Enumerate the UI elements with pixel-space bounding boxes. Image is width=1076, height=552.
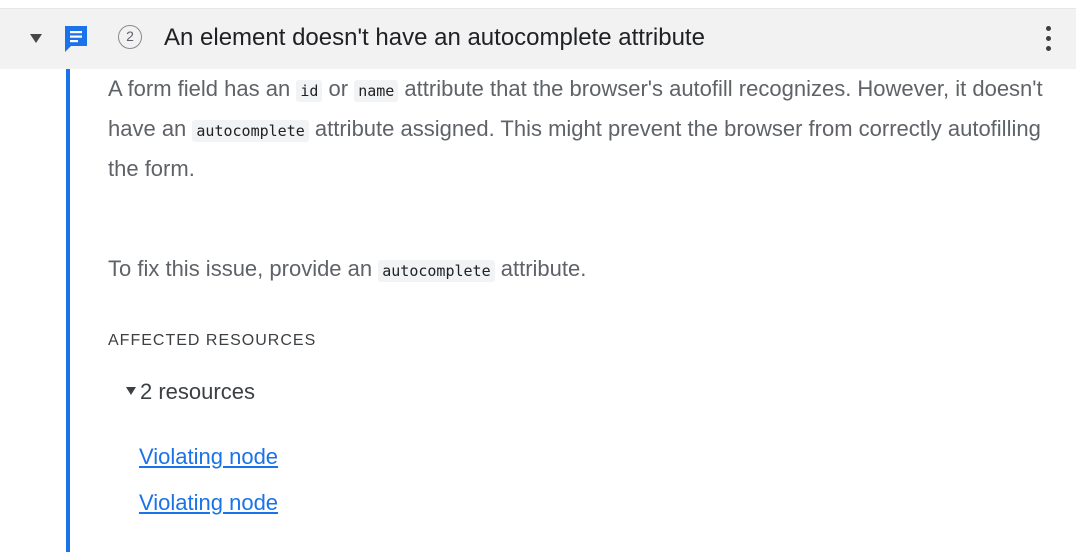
code-id: id	[296, 80, 323, 102]
code-autocomplete: autocomplete	[378, 260, 495, 282]
issue-header[interactable]: 2 An element doesn't have an autocomplet…	[0, 9, 1076, 69]
code-name: name	[354, 80, 399, 102]
issue-fix-text: To fix this issue, provide an autocomple…	[108, 250, 1068, 290]
resources-count-label: 2 resources	[140, 379, 255, 404]
message-icon	[65, 26, 87, 52]
issue-accent-bar	[66, 69, 70, 552]
description-text: A form field has an	[108, 76, 297, 101]
fix-text: To fix this issue, provide an	[108, 256, 379, 281]
issue-description: A form field has an id or name attribute…	[108, 70, 1068, 188]
fix-text: attribute.	[494, 256, 587, 281]
expand-triangle-icon	[126, 387, 136, 395]
code-autocomplete: autocomplete	[192, 120, 309, 142]
more-dot-icon	[1046, 36, 1051, 41]
more-dot-icon	[1046, 26, 1051, 31]
top-divider	[0, 0, 1076, 9]
issue-panel: 2 An element doesn't have an autocomplet…	[0, 0, 1076, 552]
issue-count-badge: 2	[118, 25, 142, 49]
issue-title[interactable]: An element doesn't have an autocomplete …	[164, 23, 705, 53]
resources-toggle[interactable]: 2 resources	[126, 376, 255, 408]
description-text: or	[322, 76, 355, 101]
more-options-button[interactable]	[1036, 23, 1060, 55]
violating-node-link[interactable]: Violating node	[139, 442, 278, 472]
collapse-arrow-icon[interactable]	[30, 34, 42, 43]
more-dot-icon	[1046, 46, 1051, 51]
violating-node-link[interactable]: Violating node	[139, 488, 278, 518]
affected-resources-heading: AFFECTED RESOURCES	[108, 332, 317, 349]
